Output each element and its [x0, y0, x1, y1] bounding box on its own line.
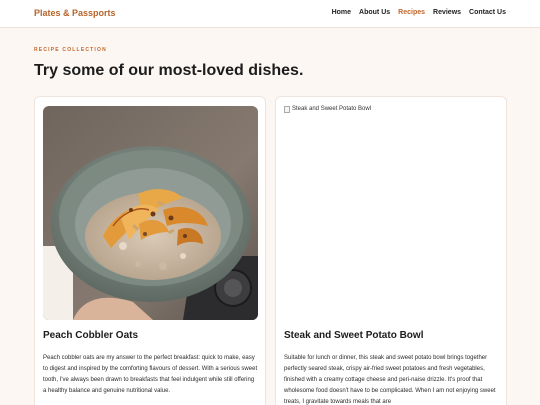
image-alt-text: Steak and Sweet Potato Bowl	[292, 106, 372, 112]
nav-link-reviews[interactable]: Reviews	[433, 9, 461, 16]
recipe-card-steak-sweet-potato-bowl[interactable]: Steak and Sweet Potato Bowl Steak and Sw…	[275, 96, 507, 405]
recipe-description: Peach cobbler oats are my answer to the …	[43, 355, 258, 394]
recipe-title[interactable]: Peach Cobbler Oats	[43, 330, 138, 341]
nav-link-about-us[interactable]: About Us	[359, 9, 390, 16]
top-navbar: Plates & Passports Home About Us Recipes…	[0, 0, 540, 28]
recipe-photo-steak-sweet-potato-bowl: Steak and Sweet Potato Bowl	[284, 106, 499, 320]
nav-link-contact-us[interactable]: Contact Us	[469, 9, 506, 16]
recipe-title[interactable]: Steak and Sweet Potato Bowl	[284, 330, 423, 341]
broken-image-icon	[284, 106, 290, 113]
nav-links: Home About Us Recipes Reviews Contact Us	[332, 9, 506, 16]
nav-link-home[interactable]: Home	[332, 9, 351, 16]
page-headline: Try some of our most-loved dishes.	[34, 62, 304, 79]
recipe-description: Suitable for lunch or dinner, this steak…	[284, 355, 496, 405]
brand-logo-link[interactable]: Plates & Passports	[34, 8, 116, 18]
nav-link-recipes[interactable]: Recipes	[398, 9, 425, 16]
recipe-photo-peach-cobbler-oats	[43, 106, 258, 320]
recipe-card-peach-cobbler-oats[interactable]: Peach Cobbler Oats Peach cobbler oats ar…	[34, 96, 266, 405]
section-eyebrow: RECIPE COLLECTION	[34, 47, 107, 53]
